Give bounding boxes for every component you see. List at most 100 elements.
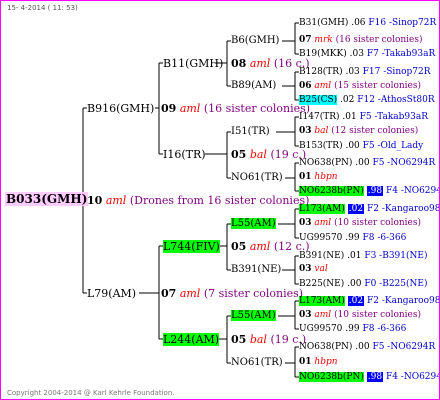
g4-row[interactable]: UG99570 .99 F8 -6-366 [299, 323, 406, 336]
g3-l55b-note: (10 sister colonies) [334, 310, 421, 320]
g4-row[interactable]: NO6238b(PN) .98 F4 -NO6294R [299, 371, 439, 384]
g1-bot-ml: aml [179, 287, 201, 300]
g3-i51-ml: bal [314, 126, 329, 136]
g4-row[interactable]: B128(TR) .03 F17 -Sinop72R [299, 66, 431, 79]
g4-row[interactable]: B31(GMH) .06 F16 -Sinop72R [299, 17, 436, 30]
g4-row[interactable]: B153(TR) .00 F5 -Old_Lady [299, 140, 423, 153]
g3-no61a-name[interactable]: NO61(TR) [231, 172, 283, 183]
g1-bot-num: 07 [161, 287, 177, 300]
g2-b11-num: 08 [231, 57, 247, 70]
g3-no61b-ml: hbpn [314, 357, 338, 367]
g4-row-code: F12 -AthosSt80R [357, 95, 435, 105]
g2-b11-info: 08 aml (16 c.) [231, 57, 310, 70]
g4-row-val: .02 [347, 296, 365, 306]
g2-i16-name[interactable]: I16(TR) [163, 148, 206, 161]
g4-row-name: B128(TR) [299, 67, 343, 77]
pedigree-frame: 15- 4-2014 ( 11: 53) B033(GMH) B916(GMH)… [0, 0, 440, 400]
g4-row-name: B25(CS) [299, 95, 338, 105]
g4-row[interactable]: L173(AM) .02 F2 -Kangaroo98R [299, 295, 439, 308]
g3-i51-info: 03 bal (12 sister colonies) [299, 125, 418, 138]
g4-row-name: L173(AM) [299, 296, 345, 306]
g2-b11-name[interactable]: B11(GMH) [163, 57, 223, 70]
g2-l744-name[interactable]: L744(FIV) [163, 240, 220, 253]
g4-row[interactable]: L173(AM) .02 F2 -Kangaroo98R [299, 203, 439, 216]
g4-row-name: UG99570 [299, 233, 343, 243]
g4-row-val: .00 [355, 158, 370, 168]
g4-row[interactable]: B19(MKK) .03 F7 -Takab93aR [299, 48, 435, 61]
g4-row-name: B31(GMH) [299, 18, 349, 28]
g2-l744-info: 05 aml (12 c.) [231, 240, 310, 253]
g3-no61b-name[interactable]: NO61(TR) [231, 357, 283, 368]
g4-row-val: .00 [345, 141, 360, 151]
g2-i16-num: 05 [231, 148, 247, 161]
g4-row-code: F16 -Sinop72R [368, 18, 437, 28]
g3-b391-info: 03 val [299, 263, 328, 276]
g4-row-name: B19(MKK) [299, 49, 347, 59]
g2-l244-num: 05 [231, 333, 247, 346]
g2-i16-ml: bal [249, 148, 267, 161]
g2-l244-ml: bal [249, 333, 267, 346]
g4-row-val: .03 [349, 49, 364, 59]
g4-row-name: NO638(PN) [299, 158, 353, 168]
g4-row-name: UG99570 [299, 324, 343, 334]
g2-l244-name[interactable]: L244(AM) [163, 333, 220, 346]
g4-row-val: .01 [342, 112, 357, 122]
g3-b89-name[interactable]: B89(AM) [231, 80, 276, 91]
g1-top-name[interactable]: B916(GMH) [87, 102, 154, 115]
g4-row-code: F5 -Takab93aR [359, 112, 429, 122]
g3-b6-note: (16 sister colonies) [335, 35, 423, 45]
g3-i51-name[interactable]: I51(TR) [231, 126, 270, 137]
g4-row-code: F0 -B225(NE) [364, 279, 428, 289]
g3-b89-ml: aml [314, 81, 332, 91]
g3-b89-info: 06 aml (15 sister colonies) [299, 80, 421, 93]
g4-row-name: I147(TR) [299, 112, 340, 122]
g3-b89-note: (15 sister colonies) [334, 81, 421, 91]
g1-mid-note: (Drones from 16 sister colonies) [129, 194, 310, 207]
g1-mid-info: 10 aml (Drones from 16 sister colonies) [87, 194, 309, 207]
g4-row-code: F17 -Sinop72R [362, 67, 431, 77]
g4-row-code: F8 -6-366 [362, 324, 407, 334]
g4-row-code: F5 -NO6294R [372, 342, 436, 352]
g4-row-code: F8 -6-366 [362, 233, 407, 243]
g4-row-code: F4 -NO6294R [385, 372, 439, 382]
copyright-footer: Copyright 2004-2014 @ Karl Kehrle Founda… [7, 389, 175, 397]
g2-l244-info: 05 bal (19 c.) [231, 333, 306, 346]
g3-l55a-note: (10 sister colonies) [334, 218, 421, 228]
g4-row-val: .99 [345, 324, 360, 334]
g4-row[interactable]: NO638(PN) .00 F5 -NO6294R [299, 157, 435, 170]
g4-row[interactable]: NO6238b(PN) .98 F4 -NO6294R [299, 185, 439, 198]
g4-row-val: .03 [345, 67, 360, 77]
g3-no61b-num: 01 [299, 357, 312, 367]
root-name[interactable]: B033(GMH) [5, 192, 89, 206]
g2-i16-info: 05 bal (19 c.) [231, 148, 306, 161]
g1-top-info: 09 aml (16 sister colonies) [161, 102, 310, 115]
g3-l55a-info: 03 aml (10 sister colonies) [299, 217, 421, 230]
g4-row[interactable]: B25(CS) .02 F12 -AthosSt80R [299, 94, 435, 107]
g3-no61a-num: 01 [299, 172, 312, 182]
g4-row-val: .02 [340, 95, 355, 105]
g4-row-val: .00 [355, 342, 370, 352]
g4-row[interactable]: I147(TR) .01 F5 -Takab93aR [299, 111, 428, 124]
g3-l55b-num: 03 [299, 310, 312, 320]
g4-row-name: NO6238b(PN) [299, 372, 364, 382]
g3-l55a-name[interactable]: L55(AM) [231, 218, 276, 229]
g4-row[interactable]: B391(NE) .01 F3 -B391(NE) [299, 250, 427, 263]
g4-row-code: F4 -NO6294R [385, 186, 439, 196]
g1-mid-ml: aml [105, 194, 127, 207]
g3-b6-ml: mrk [314, 35, 333, 45]
g3-b391-name[interactable]: B391(NE) [231, 264, 281, 275]
g1-bot-note: (7 sister colonies) [203, 287, 304, 300]
g2-l744-num: 05 [231, 240, 247, 253]
g1-mid-num: 10 [87, 194, 103, 207]
g3-l55a-num: 03 [299, 218, 312, 228]
g4-row-val: .98 [366, 372, 384, 382]
g4-row[interactable]: NO638(PN) .00 F5 -NO6294R [299, 341, 435, 354]
g4-row[interactable]: UG99570 .99 F8 -6-366 [299, 232, 406, 245]
g2-l744-ml: aml [249, 240, 271, 253]
g3-l55b-name[interactable]: L55(AM) [231, 310, 276, 321]
g4-row-name: B225(NE) [299, 279, 345, 289]
g4-row[interactable]: B225(NE) .00 F0 -B225(NE) [299, 278, 427, 291]
g1-bot-name[interactable]: L79(AM) [87, 287, 136, 300]
g4-row-code: F3 -B391(NE) [364, 251, 428, 261]
g3-b6-name[interactable]: B6(GMH) [231, 35, 279, 46]
